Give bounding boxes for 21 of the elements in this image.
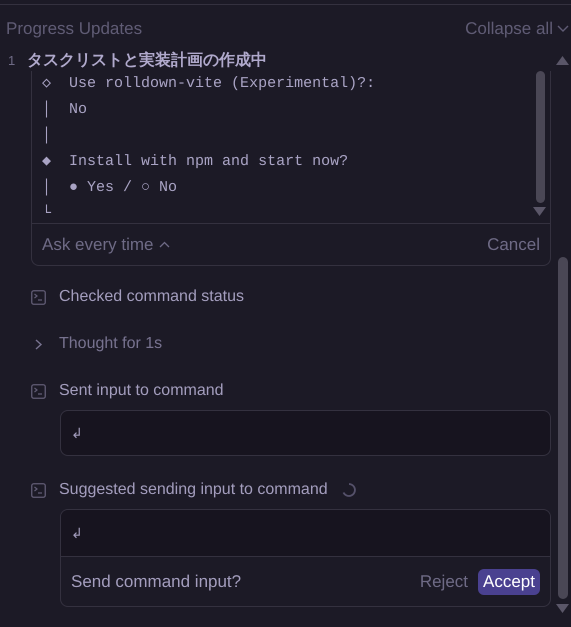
panel-title: Progress Updates <box>6 19 142 39</box>
terminal-line: └ <box>42 204 52 223</box>
step-label: Sent input to command <box>59 382 224 400</box>
step-label: Checked command status <box>59 288 244 306</box>
terminal-line: │ No <box>42 100 88 120</box>
step-number: 1 <box>8 52 16 68</box>
terminal-line: │ <box>42 126 52 146</box>
command-input-field: ↲ <box>60 410 551 456</box>
confirmation-question: Send command input? <box>71 572 242 592</box>
step-label: Suggested sending input to command <box>59 481 328 499</box>
thought-toggle[interactable]: Thought for 1s <box>59 335 162 353</box>
policy-dropdown[interactable]: Ask every time <box>42 234 170 254</box>
command-input-field: ↲ <box>61 510 550 556</box>
accept-button[interactable]: Accept <box>478 568 540 594</box>
terminal-line: ◇ Use rolldown-vite (Experimental)?: <box>42 74 376 94</box>
collapse-all-button[interactable]: Collapse all <box>465 19 569 39</box>
cancel-button[interactable]: Cancel <box>487 234 540 254</box>
reject-button[interactable]: Reject <box>420 572 468 592</box>
terminal-line: ◆ Install with npm and start now? <box>42 152 348 172</box>
terminal-line: │ ● Yes / ○ No <box>42 178 178 198</box>
step-title: タスクリストと実装計画の作成中 <box>27 50 268 70</box>
